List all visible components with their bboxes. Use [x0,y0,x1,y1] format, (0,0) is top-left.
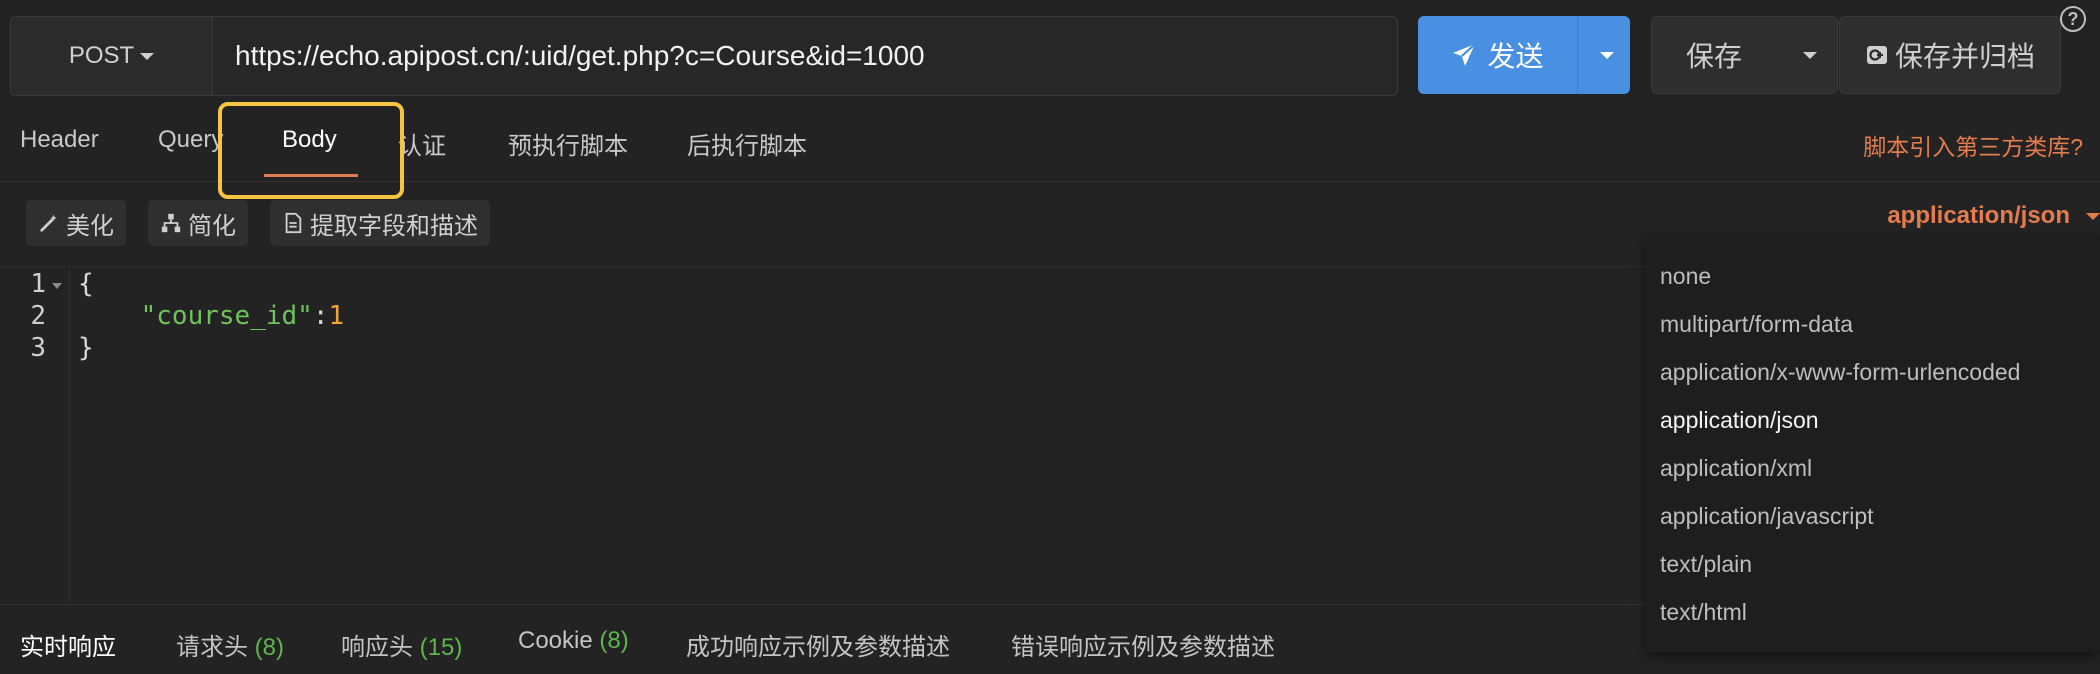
tab-live-response[interactable]: 实时响应 [20,627,116,662]
save-button[interactable]: 保存 [1652,17,1776,93]
content-type-label: application/json [1887,202,2070,229]
tab-auth[interactable]: 认证 [398,126,446,161]
tab-label: 成功响应示例及参数描述 [686,634,950,661]
line-number: 1 [30,269,46,299]
save-and-archive-button[interactable]: 保存并归档 [1839,16,2061,94]
tab-pre-script[interactable]: 预执行脚本 [508,126,628,161]
send-label: 发送 [1487,41,1544,72]
beautify-button[interactable]: 美化 [26,200,126,246]
tab-label: 实时响应 [20,634,116,661]
beautify-label: 美化 [66,212,114,240]
method-select[interactable]: POST [11,17,213,95]
content-type-option-html[interactable]: text/html [1646,588,2100,636]
chevron-down-icon [2086,212,2100,220]
tab-response-headers[interactable]: 响应头 (15) [341,627,462,662]
tab-label: 错误响应示例及参数描述 [1011,634,1275,661]
url-bar: POST [10,16,1398,96]
json-key: "course_id" [140,301,313,331]
line-gutter: 1 2 3 [0,267,70,603]
line-number: 3 [30,333,46,363]
fold-toggle-icon[interactable] [52,283,62,289]
chevron-down-icon [140,52,155,60]
code-line: "course_id":1 [78,301,345,331]
code-line: } [78,333,94,363]
simplify-button[interactable]: 简化 [148,200,248,246]
tab-request-headers[interactable]: 请求头 (8) [176,627,284,662]
tab-label: Cookie [518,627,600,654]
content-type-option-urlencoded[interactable]: application/x-www-form-urlencoded [1646,348,2100,396]
tab-header[interactable]: Header [20,126,99,154]
magic-wand-icon [40,214,57,232]
request-editor: POST 发送 保存 保存并归档 ? [0,0,2100,674]
content-type-option-plain[interactable]: text/plain [1646,540,2100,588]
method-label: POST [68,42,135,69]
document-icon [285,212,302,234]
paper-plane-icon [1453,43,1477,66]
send-options-toggle[interactable] [1578,16,1630,94]
script-library-link[interactable]: 脚本引入第三方类库? [1863,128,2083,162]
content-type-option-javascript[interactable]: application/javascript [1646,492,2100,540]
tab-count: (8) [599,627,629,654]
content-type-dropdown: none multipart/form-data application/x-w… [1646,234,2100,652]
send-button-group: 发送 [1418,16,1630,94]
tab-post-script[interactable]: 后执行脚本 [687,126,807,161]
extract-fields-button[interactable]: 提取字段和描述 [270,200,490,246]
save-button-group: 保存 [1651,16,1838,94]
archive-icon [1866,46,1887,64]
simplify-label: 简化 [188,212,236,240]
save-options-toggle[interactable] [1776,17,1837,93]
request-tabs: Header Query Body 认证 预执行脚本 后执行脚本 [0,112,2100,182]
content-type-option-xml[interactable]: application/xml [1646,444,2100,492]
chevron-down-icon [1802,51,1817,59]
tab-label: 响应头 [341,634,420,661]
tab-body[interactable]: Body [282,126,337,154]
tab-query[interactable]: Query [158,126,223,154]
help-icon[interactable]: ? [2060,6,2086,32]
send-button[interactable]: 发送 [1418,16,1578,94]
json-colon: : [312,301,329,331]
content-type-option-multipart[interactable]: multipart/form-data [1646,300,2100,348]
json-value: 1 [328,301,345,331]
json-brace: } [78,333,94,363]
body-toolbar: 美化 简化 提取字段和描述 [26,200,490,246]
content-type-select[interactable]: application/json [1887,202,2100,230]
line-number: 2 [30,301,46,331]
tab-label: 请求头 [176,634,255,661]
json-brace: { [78,269,94,299]
tab-cookie[interactable]: Cookie (8) [518,627,629,655]
tab-success-examples[interactable]: 成功响应示例及参数描述 [686,627,950,662]
sitemap-icon [161,213,181,233]
tab-count: (8) [254,634,285,661]
content-type-option-none[interactable]: none [1646,252,2100,300]
save-and-archive-label: 保存并归档 [1894,41,2035,72]
code-line: { [78,269,94,299]
tab-error-examples[interactable]: 错误响应示例及参数描述 [1011,627,1275,662]
save-label: 保存 [1685,41,1742,72]
extract-fields-label: 提取字段和描述 [310,212,478,240]
content-type-option-json[interactable]: application/json [1646,396,2100,444]
chevron-down-icon [1600,51,1614,59]
url-input[interactable] [213,17,1397,95]
tab-count: (15) [419,634,463,661]
active-tab-indicator [264,174,358,177]
